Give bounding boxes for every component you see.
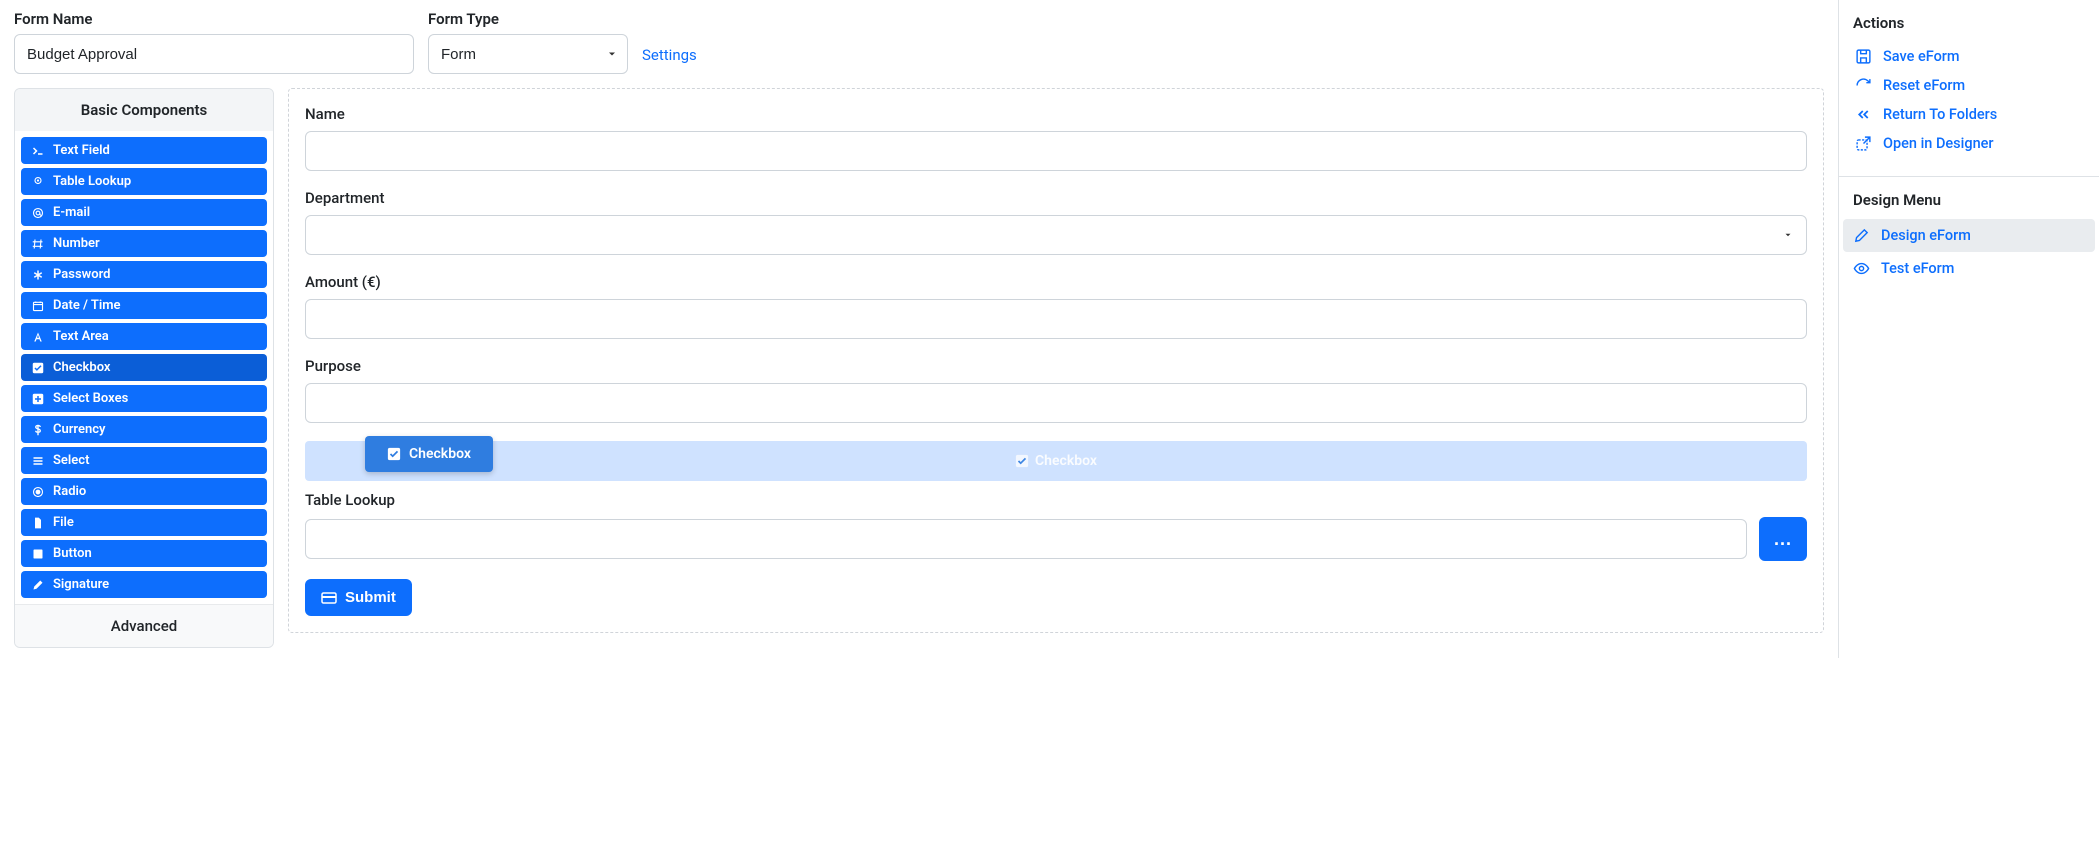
- drop-ghost-label: Checkbox: [1015, 453, 1097, 469]
- palette-item-label: Table Lookup: [53, 174, 131, 189]
- palette-item-select-boxes[interactable]: Select Boxes: [21, 385, 267, 412]
- field-select-department[interactable]: [305, 215, 1807, 255]
- action-save-eform[interactable]: Save eForm: [1853, 42, 2085, 71]
- palette-item-label: Text Field: [53, 143, 110, 158]
- drop-target-bar[interactable]: Checkbox Checkbox: [305, 441, 1807, 481]
- form-canvas[interactable]: Name Department Amount (€) Purpose Checkbox…: [288, 88, 1824, 633]
- field-input-purpose[interactable]: [305, 383, 1807, 423]
- palette-item-button[interactable]: Button: [21, 540, 267, 567]
- submit-button[interactable]: Submit: [305, 579, 412, 616]
- field-label: Amount (€): [305, 273, 1807, 291]
- palette-item-label: Number: [53, 236, 100, 251]
- form-name-input[interactable]: [14, 34, 414, 74]
- action-label: Open in Designer: [1883, 135, 1994, 152]
- plus-square-icon: [31, 393, 45, 405]
- palette-item-label: Select: [53, 453, 89, 468]
- field-label: Purpose: [305, 357, 1807, 375]
- list-icon: [31, 455, 45, 467]
- font-icon: [31, 331, 45, 343]
- drag-chip-checkbox[interactable]: Checkbox: [365, 436, 493, 472]
- field-label-table-lookup: Table Lookup: [305, 491, 1807, 509]
- palette-item-label: Signature: [53, 577, 109, 592]
- check-square-icon: [31, 362, 45, 374]
- design-menu-title: Design Menu: [1853, 191, 2085, 209]
- palette-item-label: Radio: [53, 484, 86, 499]
- pin-icon: [31, 176, 45, 188]
- hash-icon: [31, 238, 45, 250]
- palette-item-file[interactable]: File: [21, 509, 267, 536]
- chevrons-left-icon: [1855, 106, 1873, 123]
- pen-icon: [31, 579, 45, 591]
- open-external-icon: [1855, 135, 1873, 152]
- settings-link[interactable]: Settings: [642, 46, 697, 64]
- actions-title: Actions: [1853, 14, 2085, 32]
- palette-item-currency[interactable]: Currency: [21, 416, 267, 443]
- design-menu-test-eform[interactable]: Test eForm: [1843, 252, 2095, 285]
- palette-item-label: Date / Time: [53, 298, 121, 313]
- card-icon: [321, 590, 337, 606]
- action-return-to-folders[interactable]: Return To Folders: [1853, 100, 2085, 129]
- pencil-icon: [1853, 227, 1871, 244]
- table-lookup-button[interactable]: ...: [1759, 517, 1807, 561]
- palette-item-password[interactable]: Password: [21, 261, 267, 288]
- table-lookup-input[interactable]: [305, 519, 1747, 559]
- palette-item-label: Password: [53, 267, 110, 282]
- palette-header-advanced[interactable]: Advanced: [15, 604, 273, 647]
- palette-item-e-mail[interactable]: E-mail: [21, 199, 267, 226]
- form-name-label: Form Name: [14, 10, 414, 28]
- field-department: Department: [305, 189, 1807, 255]
- palette-item-number[interactable]: Number: [21, 230, 267, 257]
- refresh-icon: [1855, 77, 1873, 94]
- palette-item-checkbox[interactable]: Checkbox: [21, 354, 267, 381]
- field-amount-: Amount (€): [305, 273, 1807, 339]
- file-icon: [31, 517, 45, 529]
- field-input-name[interactable]: [305, 131, 1807, 171]
- field-label: Department: [305, 189, 1807, 207]
- action-open-in-designer[interactable]: Open in Designer: [1853, 129, 2085, 158]
- palette-item-radio[interactable]: Radio: [21, 478, 267, 505]
- field-name: Name: [305, 105, 1807, 171]
- action-reset-eform[interactable]: Reset eForm: [1853, 71, 2085, 100]
- field-table-lookup: Table Lookup ...: [305, 491, 1807, 561]
- terminal-icon: [31, 145, 45, 157]
- design-menu-design-eform[interactable]: Design eForm: [1843, 219, 2095, 252]
- field-label: Name: [305, 105, 1807, 123]
- top-config-row: Form Name Form Type Form Settings: [14, 10, 1824, 74]
- palette-item-signature[interactable]: Signature: [21, 571, 267, 598]
- form-type-label: Form Type: [428, 10, 628, 28]
- design-menu-label: Design eForm: [1881, 227, 1971, 244]
- save-icon: [1855, 48, 1873, 65]
- palette-item-date-time[interactable]: Date / Time: [21, 292, 267, 319]
- palette-item-label: Checkbox: [53, 360, 111, 375]
- square-icon: [31, 548, 45, 560]
- palette-item-label: Button: [53, 546, 92, 561]
- palette-item-label: Currency: [53, 422, 105, 437]
- form-type-select[interactable]: Form: [428, 34, 628, 74]
- action-label: Return To Folders: [1883, 106, 1997, 123]
- palette-item-label: Text Area: [53, 329, 109, 344]
- design-menu-label: Test eForm: [1881, 260, 1954, 277]
- palette-header-basic[interactable]: Basic Components: [15, 89, 273, 131]
- eye-icon: [1853, 260, 1871, 277]
- palette-item-text-field[interactable]: Text Field: [21, 137, 267, 164]
- palette-item-label: File: [53, 515, 74, 530]
- palette-item-table-lookup[interactable]: Table Lookup: [21, 168, 267, 195]
- at-icon: [31, 207, 45, 219]
- dollar-icon: [31, 424, 45, 436]
- field-input-amount-[interactable]: [305, 299, 1807, 339]
- action-label: Save eForm: [1883, 48, 1960, 65]
- field-purpose: Purpose: [305, 357, 1807, 423]
- dot-circle-icon: [31, 486, 45, 498]
- palette-item-label: E-mail: [53, 205, 90, 220]
- palette-item-label: Select Boxes: [53, 391, 128, 406]
- asterisk-icon: [31, 269, 45, 281]
- action-label: Reset eForm: [1883, 77, 1965, 94]
- palette-item-select[interactable]: Select: [21, 447, 267, 474]
- components-palette: Basic Components Text Field Table Lookup E…: [14, 88, 274, 648]
- calendar-icon: [31, 300, 45, 312]
- palette-item-text-area[interactable]: Text Area: [21, 323, 267, 350]
